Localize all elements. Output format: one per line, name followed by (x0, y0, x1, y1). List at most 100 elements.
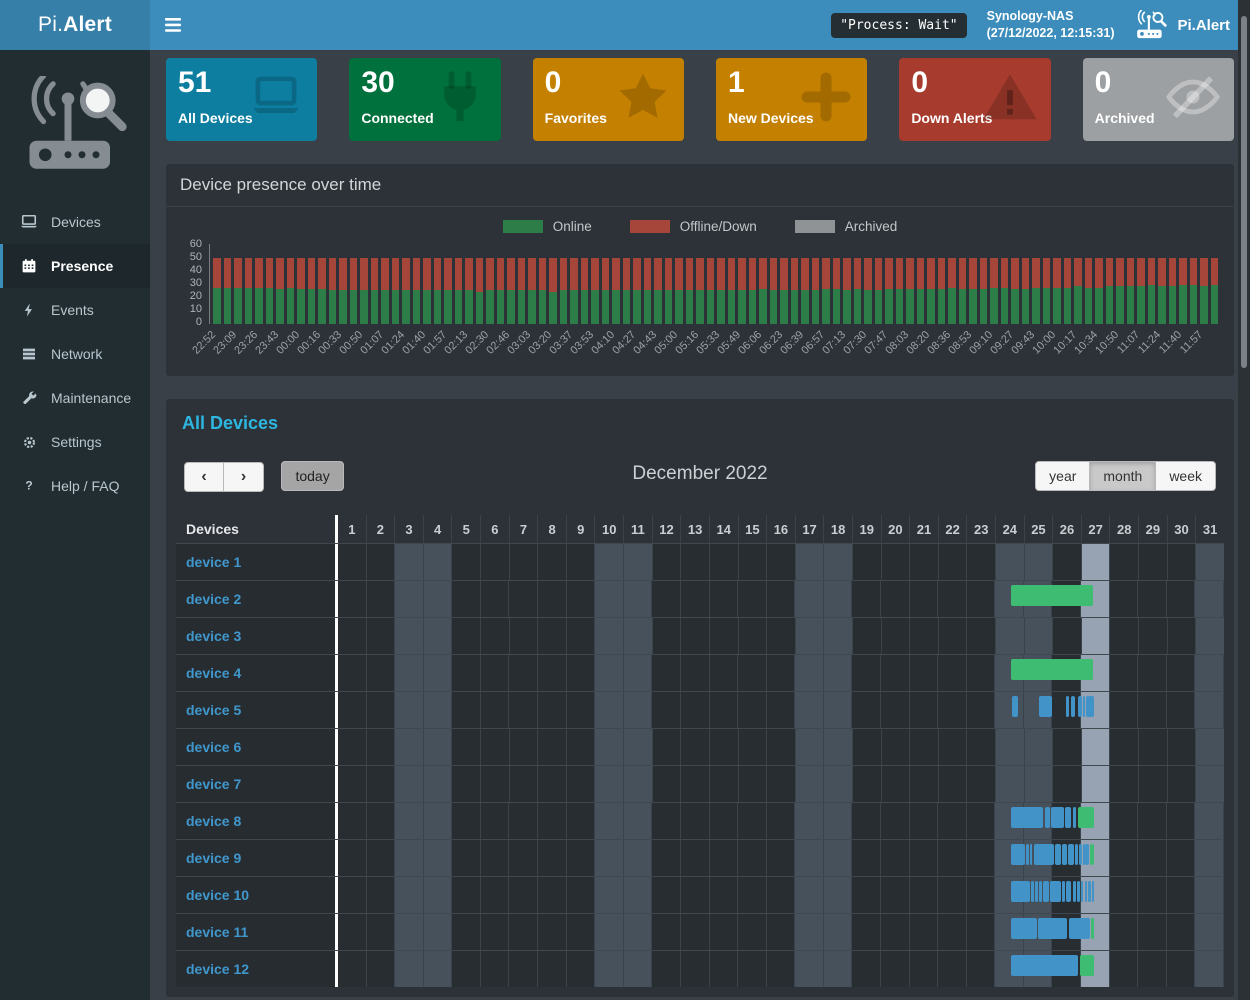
device-link-device-1[interactable]: device 1 (186, 554, 241, 570)
presence-bar-session[interactable] (1086, 696, 1094, 717)
day-headers: 1234567891011121314151617181920212223242… (338, 515, 1224, 543)
legend-swatch (503, 220, 543, 233)
app-logo[interactable]: Pi.Alert (0, 0, 150, 50)
presence-bar-session[interactable] (1011, 807, 1043, 828)
card-down-alerts[interactable]: 0Down Alerts (899, 58, 1050, 141)
chart-bar (990, 258, 998, 324)
presence-bar-session[interactable] (1066, 881, 1071, 902)
device-link-device-2[interactable]: device 2 (186, 591, 241, 607)
calendar-view-month[interactable]: month (1090, 461, 1156, 491)
presence-bar-online[interactable] (1090, 844, 1094, 865)
presence-bar-session[interactable] (1034, 844, 1054, 865)
presence-bar-session[interactable] (1068, 844, 1074, 865)
device-link-device-7[interactable]: device 7 (186, 776, 241, 792)
scrollbar-thumb[interactable] (1241, 16, 1247, 368)
presence-bar-session[interactable] (1035, 881, 1038, 902)
device-link-device-9[interactable]: device 9 (186, 850, 241, 866)
presence-bar-online[interactable] (1011, 659, 1093, 680)
presence-bar-session[interactable] (1079, 844, 1081, 865)
day-header-28: 28 (1110, 515, 1139, 543)
presence-bar-session[interactable] (1031, 881, 1034, 902)
day-cell-31 (1195, 803, 1224, 839)
presence-bar-session[interactable] (1011, 955, 1078, 976)
chart-bar (528, 258, 536, 324)
device-link-device-11[interactable]: device 11 (186, 924, 248, 940)
presence-bar-session[interactable] (1011, 844, 1025, 865)
presence-bar-session[interactable] (1077, 881, 1080, 902)
presence-bar-session[interactable] (1073, 881, 1076, 902)
presence-bar-session[interactable] (1065, 807, 1071, 828)
day-cell-20 (881, 803, 910, 839)
sidebar-item-network[interactable]: Network (0, 332, 150, 376)
day-cell-4 (424, 877, 453, 913)
calendar-view-year[interactable]: year (1035, 461, 1090, 491)
presence-bar-session[interactable] (1069, 918, 1090, 939)
presence-bar-session[interactable] (1088, 881, 1091, 902)
presence-bar-session[interactable] (1075, 844, 1078, 865)
presence-bar-session[interactable] (1066, 696, 1069, 717)
presence-bar-session[interactable] (1045, 807, 1050, 828)
presence-bar-session[interactable] (1081, 881, 1084, 902)
card-connected[interactable]: 30Connected (349, 58, 500, 141)
card-new-devices[interactable]: 1New Devices (716, 58, 867, 141)
presence-bar-online[interactable] (1078, 807, 1094, 828)
presence-bar-session[interactable] (1083, 696, 1085, 717)
day-cell-29 (1138, 692, 1167, 728)
presence-bar-session[interactable] (1073, 807, 1076, 828)
device-link-device-10[interactable]: device 10 (186, 887, 249, 903)
device-link-device-4[interactable]: device 4 (186, 665, 241, 681)
presence-bar-online[interactable] (1011, 585, 1093, 606)
presence-bar-session[interactable] (1012, 696, 1018, 717)
calendar-view-week[interactable]: week (1156, 461, 1216, 491)
day-cell-12 (653, 618, 682, 654)
card-all-devices[interactable]: 51All Devices (166, 58, 317, 141)
sidebar-item-help-faq[interactable]: ?Help / FAQ (0, 464, 150, 508)
sidebar-item-presence[interactable]: Presence (0, 244, 150, 288)
chart-bar (917, 258, 925, 324)
presence-bar-session[interactable] (1050, 881, 1061, 902)
sidebar-item-maintenance[interactable]: Maintenance (0, 376, 150, 420)
presence-bar-session[interactable] (1026, 844, 1029, 865)
presence-bar-session[interactable] (1055, 844, 1061, 865)
presence-bar-online[interactable] (1080, 955, 1094, 976)
day-cell-23 (967, 692, 996, 728)
presence-bar-session[interactable] (1062, 881, 1065, 902)
day-cell-8 (538, 803, 567, 839)
presence-bar-session[interactable] (1011, 918, 1037, 939)
device-link-device-5[interactable]: device 5 (186, 702, 241, 718)
day-cell-14 (710, 951, 739, 987)
presence-bar-session[interactable] (1038, 918, 1067, 939)
day-cell-2 (367, 618, 396, 654)
presence-bar-session[interactable] (1085, 881, 1087, 902)
device-link-device-8[interactable]: device 8 (186, 813, 241, 829)
chart-bar (728, 258, 736, 324)
bolt-icon (19, 300, 39, 320)
presence-bar-session[interactable] (1051, 807, 1064, 828)
device-link-device-12[interactable]: device 12 (186, 961, 249, 977)
presence-bar-session[interactable] (1071, 696, 1074, 717)
device-link-device-3[interactable]: device 3 (186, 628, 241, 644)
day-cell-28 (1110, 618, 1139, 654)
presence-bar-session[interactable] (1043, 881, 1049, 902)
chart-bar (1211, 258, 1219, 324)
sidebar-item-settings[interactable]: Settings (0, 420, 150, 464)
device-link-device-6[interactable]: device 6 (186, 739, 241, 755)
presence-bar-session[interactable] (1092, 881, 1095, 902)
day-cell-31 (1196, 618, 1224, 654)
hamburger-menu-icon[interactable] (150, 0, 195, 50)
presence-bar-session[interactable] (1078, 696, 1081, 717)
presence-bar-online[interactable] (1091, 918, 1094, 939)
presence-bar-session[interactable] (1039, 696, 1052, 717)
day-cell-19 (853, 618, 882, 654)
presence-bar-session[interactable] (1083, 844, 1085, 865)
chart-bar (644, 258, 652, 324)
day-cell-11 (624, 581, 653, 617)
presence-bar-session[interactable] (1011, 881, 1030, 902)
presence-bar-session[interactable] (1062, 844, 1067, 865)
sidebar-item-devices[interactable]: Devices (0, 200, 150, 244)
card-archived[interactable]: 0Archived (1083, 58, 1234, 141)
card-favorites[interactable]: 0Favorites (533, 58, 684, 141)
sidebar-item-events[interactable]: Events (0, 288, 150, 332)
presence-bar-session[interactable] (1039, 881, 1042, 902)
presence-bar-session[interactable] (1085, 844, 1089, 865)
